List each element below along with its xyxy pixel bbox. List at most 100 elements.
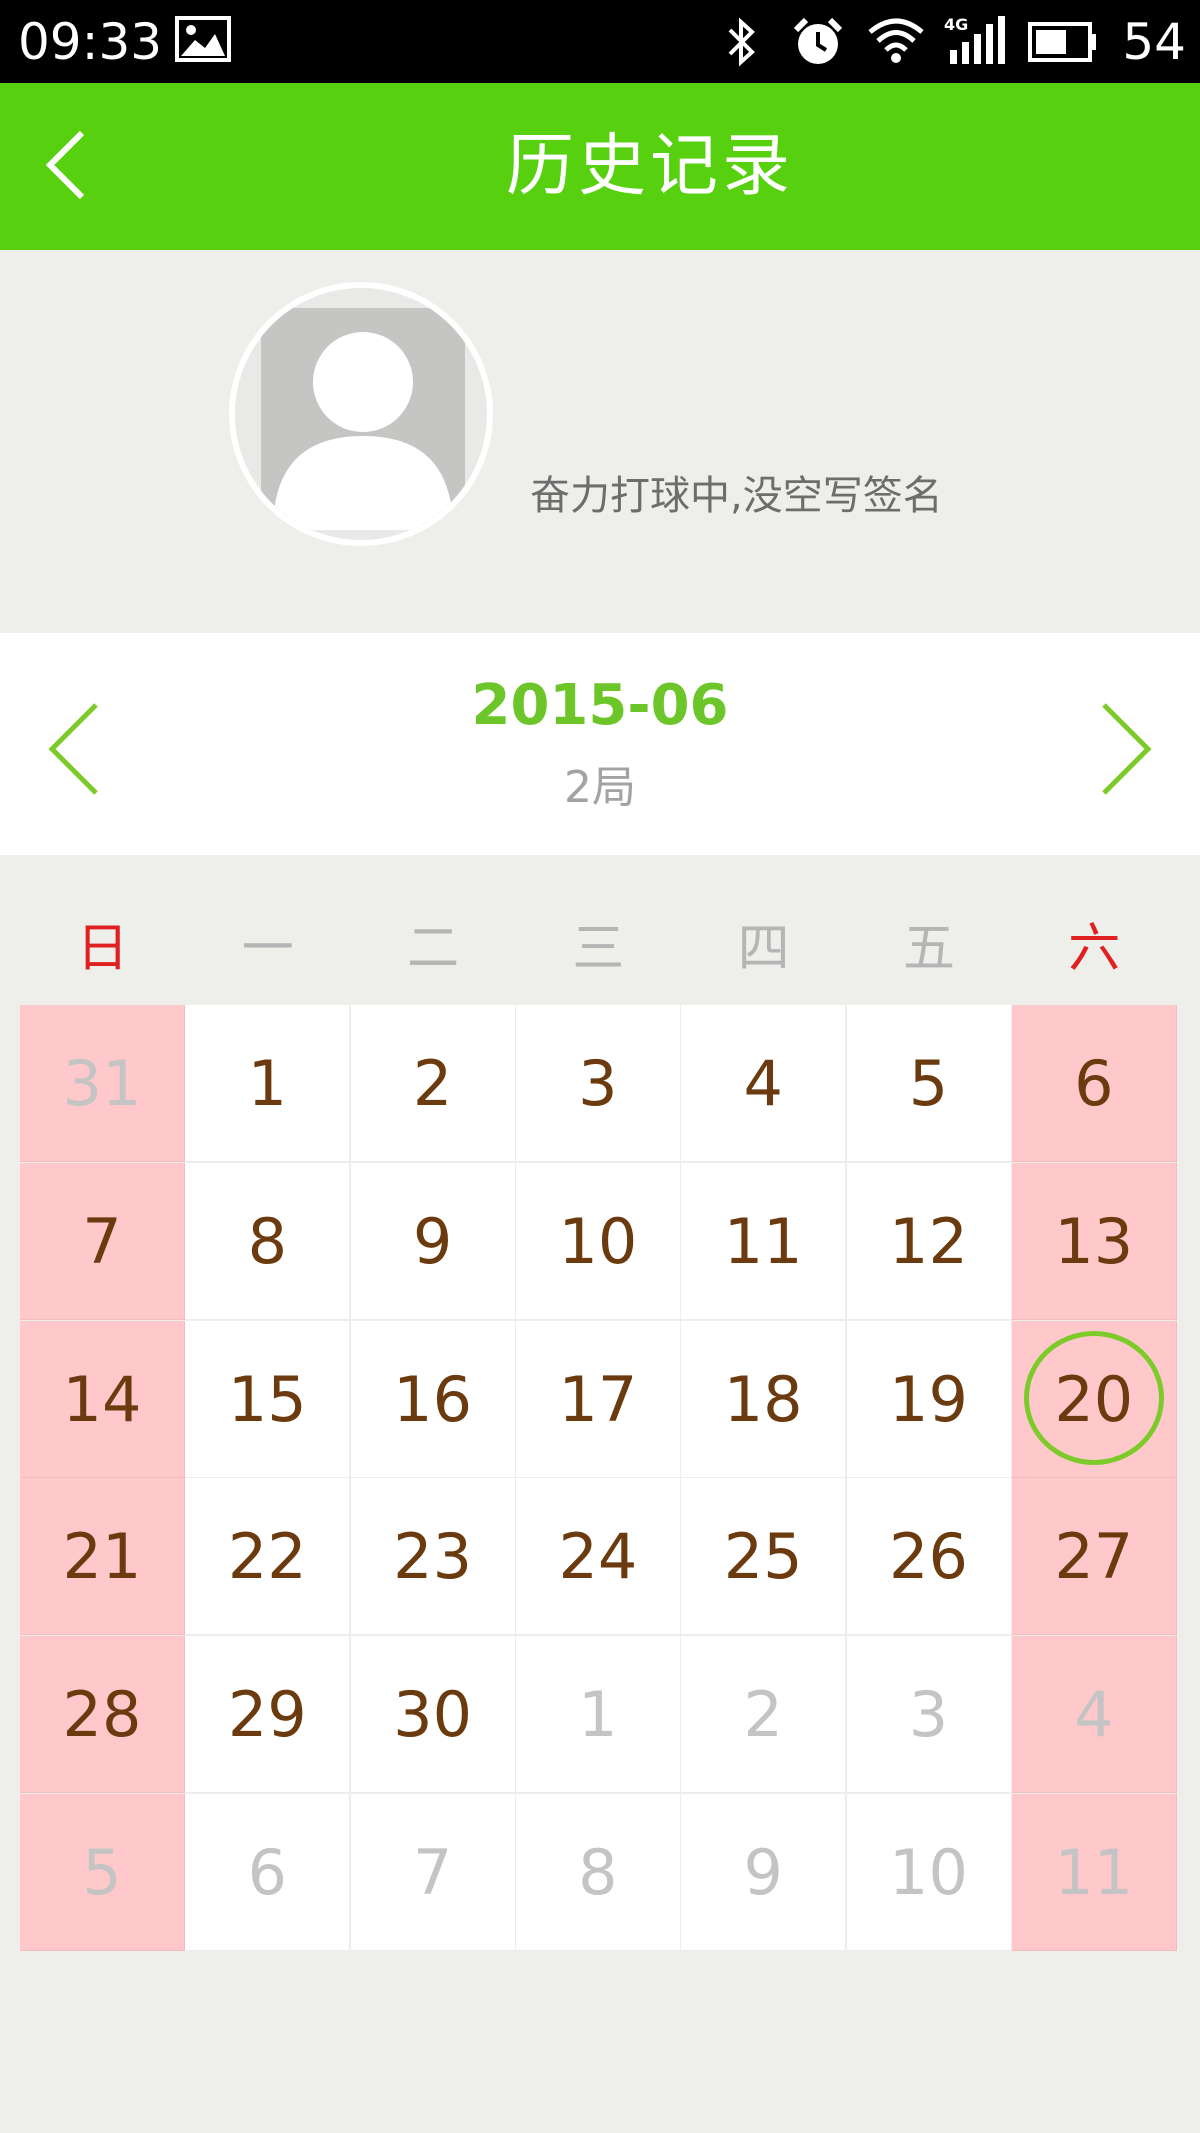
- calendar-day[interactable]: 5: [20, 1794, 185, 1951]
- month-label: 2015-06: [471, 673, 729, 738]
- calendar-day[interactable]: 3: [515, 1005, 681, 1162]
- calendar-day[interactable]: 8: [185, 1162, 351, 1320]
- calendar-day[interactable]: 18: [681, 1320, 847, 1478]
- wifi-icon: [868, 16, 924, 68]
- day-number: 18: [723, 1362, 803, 1436]
- battery-level: 54: [1122, 13, 1186, 71]
- day-number: 1: [247, 1047, 288, 1120]
- day-number: 30: [393, 1678, 473, 1752]
- bluetooth-icon: [724, 16, 760, 72]
- next-month-button[interactable]: [1086, 699, 1156, 799]
- calendar-day[interactable]: 5: [846, 1005, 1012, 1162]
- day-number: 21: [62, 1520, 142, 1594]
- calendar-day[interactable]: 30: [350, 1636, 516, 1794]
- calendar-grid: 31 1 2 3 4 5 6 7 8 9 10 11 12 13 14 15 16 17 18 19 20 21 22 23 2…: [20, 1005, 1177, 1953]
- day-number: 5: [908, 1047, 949, 1120]
- calendar-day[interactable]: 28: [20, 1636, 185, 1794]
- day-number: 4: [743, 1047, 783, 1120]
- weekday-label: 二: [407, 919, 460, 979]
- day-number: 8: [247, 1204, 288, 1278]
- weekday-label: 五: [902, 919, 955, 979]
- day-number: 20: [1054, 1362, 1134, 1436]
- day-number: 10: [889, 1836, 968, 1909]
- title-bar: 历史记录: [0, 83, 1200, 250]
- weekday-label: 六: [1068, 919, 1121, 979]
- profile-section: 奋力打球中,没空写签名: [0, 250, 1200, 633]
- calendar-day[interactable]: 25: [681, 1478, 847, 1636]
- calendar-day[interactable]: 7: [20, 1162, 185, 1320]
- calendar-day[interactable]: 29: [185, 1636, 351, 1794]
- calendar-day[interactable]: 1: [515, 1636, 681, 1794]
- alarm-icon: [792, 16, 844, 72]
- weekday-label: 四: [737, 919, 790, 979]
- day-number: 10: [558, 1204, 638, 1278]
- calendar-day[interactable]: 31: [20, 1005, 185, 1162]
- day-number: 14: [62, 1362, 142, 1436]
- day-number: 2: [412, 1047, 453, 1120]
- calendar-day[interactable]: 2: [350, 1005, 516, 1162]
- calendar-day[interactable]: 23: [350, 1478, 516, 1636]
- day-number: 13: [1054, 1204, 1134, 1278]
- status-time: 09:33: [18, 13, 163, 71]
- calendar-day[interactable]: 8: [515, 1794, 681, 1951]
- image-icon: [175, 16, 231, 66]
- day-number: 11: [1054, 1836, 1134, 1909]
- user-signature: 奋力打球中,没空写签名: [530, 473, 943, 519]
- day-number: 7: [82, 1204, 122, 1278]
- month-header: 2015-06 2局: [0, 633, 1200, 855]
- calendar-day[interactable]: 26: [846, 1478, 1012, 1636]
- calendar-day[interactable]: 13: [1011, 1162, 1177, 1320]
- calendar-day[interactable]: 6: [185, 1794, 351, 1951]
- weekday-label: 一: [241, 919, 294, 979]
- signal-4g-icon: 4G: [944, 15, 1006, 70]
- calendar-day[interactable]: 1: [185, 1005, 351, 1162]
- day-number: 8: [578, 1836, 618, 1909]
- day-number: 23: [393, 1520, 473, 1594]
- calendar-day[interactable]: 9: [681, 1794, 847, 1951]
- calendar-day-selected[interactable]: 20: [1011, 1320, 1177, 1478]
- calendar-day[interactable]: 16: [350, 1320, 516, 1478]
- calendar-day[interactable]: 10: [846, 1794, 1012, 1951]
- calendar-day[interactable]: 11: [1011, 1794, 1177, 1951]
- day-number: 26: [889, 1520, 968, 1594]
- calendar-day[interactable]: 17: [515, 1320, 681, 1478]
- weekday-label: 日: [76, 919, 129, 979]
- day-number: 28: [62, 1678, 142, 1752]
- day-number: 4: [1074, 1678, 1114, 1752]
- day-number: 6: [1074, 1047, 1114, 1120]
- calendar-day[interactable]: 12: [846, 1162, 1012, 1320]
- svg-text:4G: 4G: [944, 16, 968, 34]
- day-number: 25: [723, 1520, 803, 1594]
- default-user-icon: [261, 308, 465, 530]
- calendar-day[interactable]: 2: [681, 1636, 847, 1794]
- day-number: 24: [558, 1520, 638, 1594]
- day-number: 22: [227, 1520, 307, 1594]
- calendar-day[interactable]: 9: [350, 1162, 516, 1320]
- calendar-day[interactable]: 19: [846, 1320, 1012, 1478]
- calendar-day[interactable]: 3: [846, 1636, 1012, 1794]
- day-number: 9: [743, 1836, 783, 1909]
- day-number: 11: [723, 1204, 803, 1278]
- calendar-day[interactable]: 10: [515, 1162, 681, 1320]
- day-number: 15: [227, 1362, 307, 1436]
- day-number: 1: [578, 1678, 618, 1752]
- page-title: 历史记录: [505, 127, 794, 206]
- calendar-day[interactable]: 4: [1011, 1636, 1177, 1794]
- battery-icon: [1028, 22, 1098, 66]
- calendar-day[interactable]: 21: [20, 1478, 185, 1636]
- calendar-day[interactable]: 6: [1011, 1005, 1177, 1162]
- calendar-day[interactable]: 14: [20, 1320, 185, 1478]
- calendar-day[interactable]: 27: [1011, 1478, 1177, 1636]
- calendar-day[interactable]: 22: [185, 1478, 351, 1636]
- day-number: 27: [1054, 1520, 1134, 1594]
- calendar-day[interactable]: 11: [681, 1162, 847, 1320]
- day-number: 7: [412, 1836, 453, 1909]
- day-number: 17: [558, 1362, 638, 1436]
- avatar[interactable]: [229, 282, 493, 546]
- calendar-day[interactable]: 7: [350, 1794, 516, 1951]
- games-count: 2局: [564, 762, 636, 813]
- calendar-day[interactable]: 15: [185, 1320, 351, 1478]
- calendar-day[interactable]: 4: [681, 1005, 847, 1162]
- calendar-day[interactable]: 24: [515, 1478, 681, 1636]
- day-number: 3: [908, 1678, 949, 1752]
